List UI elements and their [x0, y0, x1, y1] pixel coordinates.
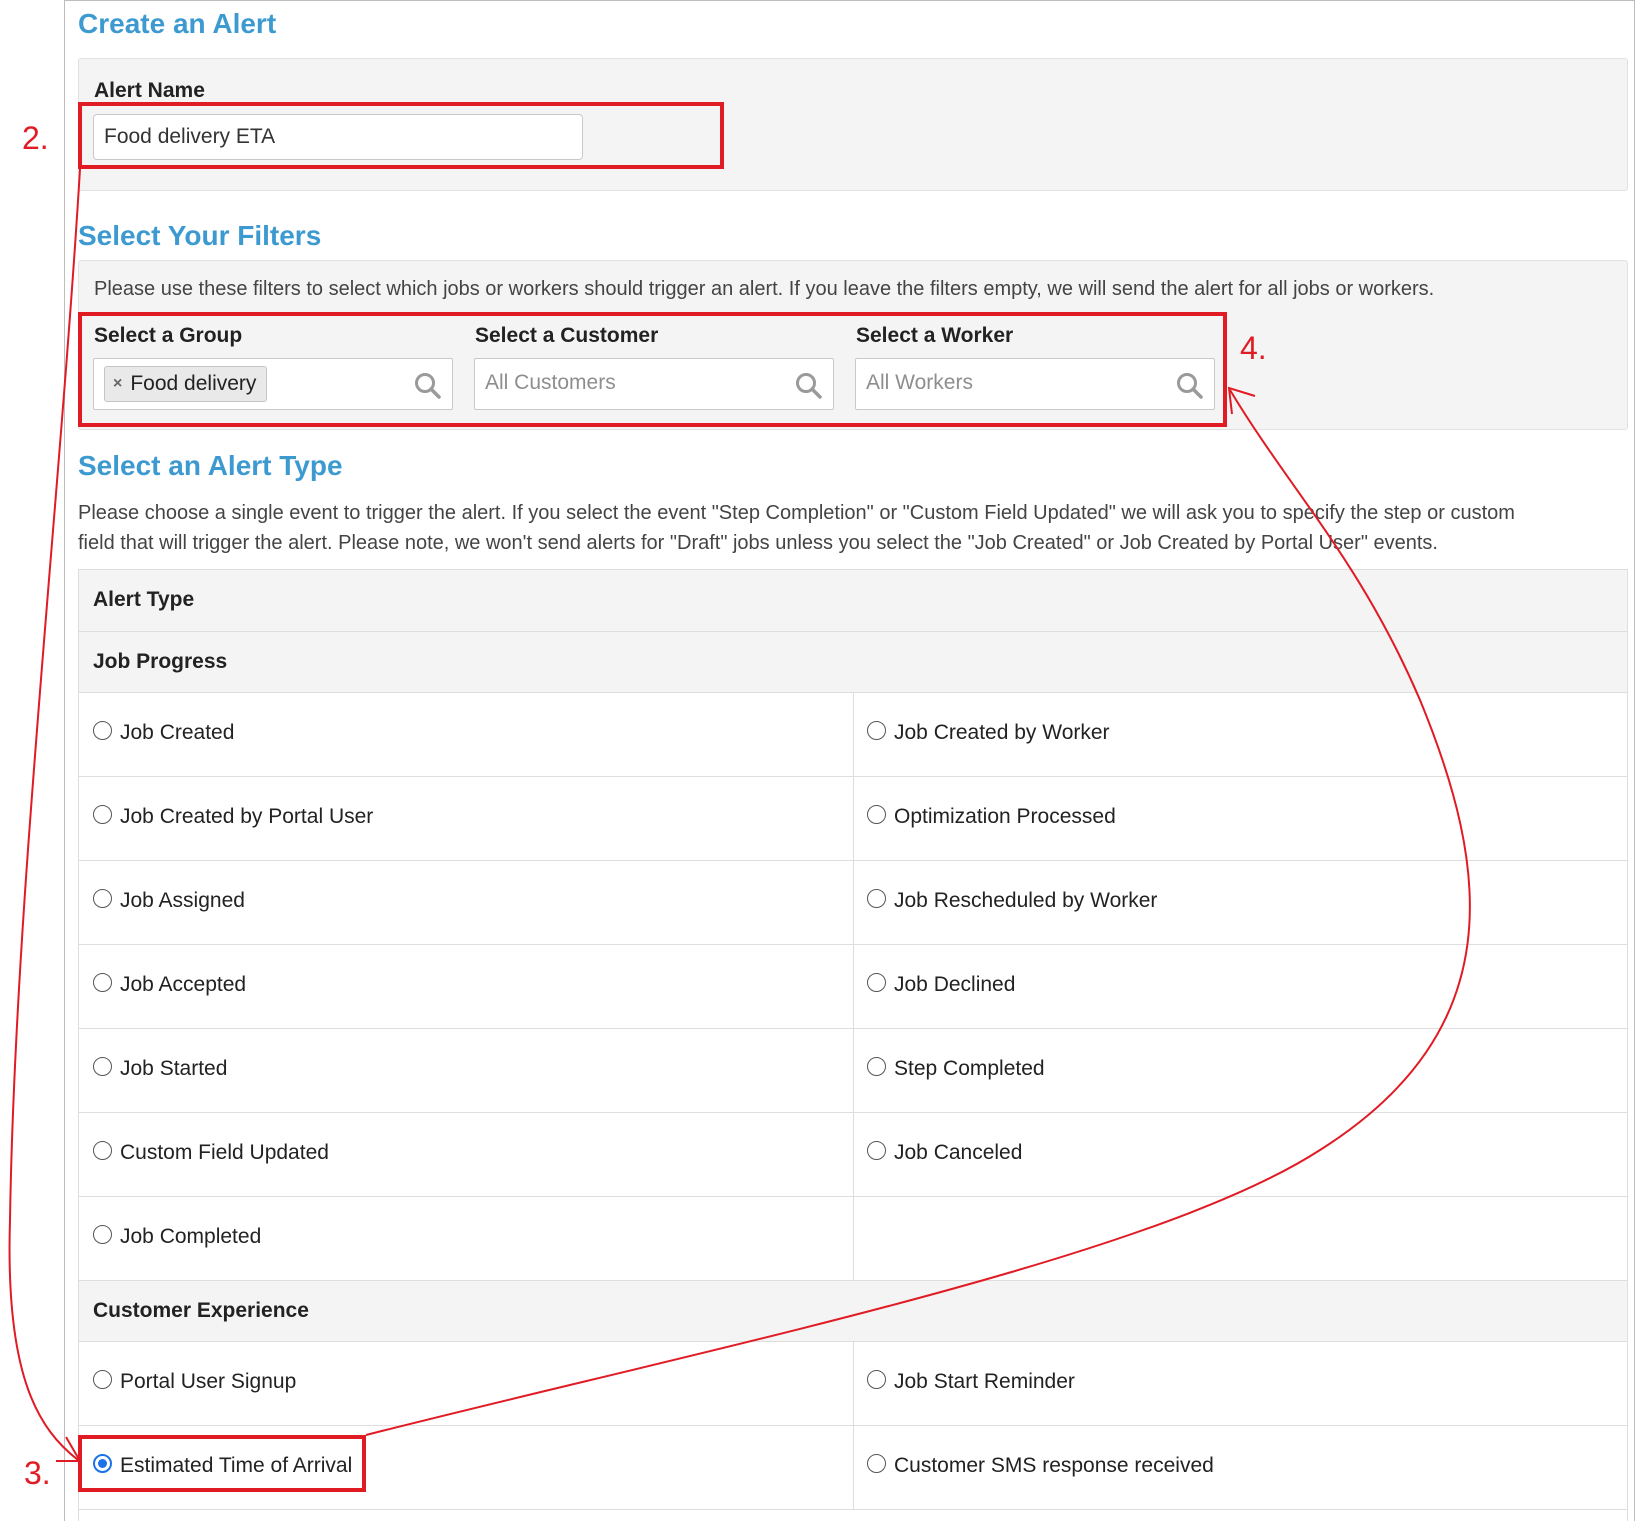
arrowhead-step3 [56, 1436, 82, 1462]
arrow-step3-to-step4 [365, 389, 1471, 1436]
annotation-arrows [8, 168, 1471, 1462]
arrow-step2-to-step3 [8, 168, 81, 1461]
